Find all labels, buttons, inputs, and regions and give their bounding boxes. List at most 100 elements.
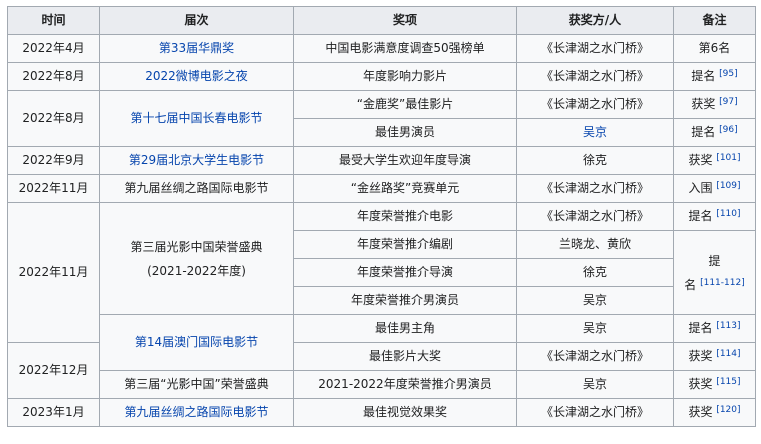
cell-session: 第三届“光影中国”荣誉盛典 [99,370,294,399]
note-text: 获奖 [688,349,713,363]
cell-award: 最佳视觉效果奖 [293,398,517,427]
cell-winner: 《长津湖之水门桥》 [516,174,674,203]
note-text: 入围 [688,181,713,195]
table-row: 2022年9月 第29届北京大学生电影节 最受大学生欢迎年度导演 徐克 获奖 [… [7,146,756,175]
table-row: 2022年11月 第九届丝绸之路国际电影节 “金丝路奖”竞赛单元 《长津湖之水门… [7,174,756,203]
cell-award: 最佳男演员 [293,118,517,147]
cell-session-link[interactable]: 第33届华鼎奖 [99,34,294,63]
table-row: 2022年8月 2022微博电影之夜 年度影响力影片 《长津湖之水门桥》 提名 … [7,62,756,91]
header-note: 备注 [673,6,756,35]
header-award: 奖项 [293,6,517,35]
cell-winner: 《长津湖之水门桥》 [516,342,674,371]
note-text: 获奖 [688,377,713,391]
table-row: 第三届“光影中国”荣誉盛典 2021-2022年度荣誉推介男演员 吴京 获奖 [… [8,370,756,399]
reference-link[interactable]: [120] [716,405,740,415]
cell-session: 第三届光影中国荣誉盛典 (2021-2022年度) [99,202,294,315]
reference-link[interactable]: [95] [719,69,737,79]
cell-award: 最受大学生欢迎年度导演 [293,146,517,175]
table-row: 第14届澳门国际电影节 最佳男主角 吴京 提名 [113] [8,314,756,371]
cell-award: 2021-2022年度荣誉推介男演员 [293,370,517,399]
cell-note: 第6名 [673,34,756,63]
note-text-line-2: 名 [684,277,697,292]
cell-note: 提 名 [111-112] [673,230,756,315]
table-row: 2023年1月 第九届丝绸之路国际电影节 最佳视觉效果奖 《长津湖之水门桥》 获… [7,398,756,427]
cell-time: 2022年11月 [7,202,100,343]
cell-time: 2022年8月 [7,90,100,147]
note-text: 获奖 [691,97,716,111]
reference-link[interactable]: [114] [716,349,740,359]
cell-award: 中国电影满意度调查50强榜单 [293,34,517,63]
header-winner: 获奖方/人 [516,6,674,35]
cell-session-link[interactable]: 第14届澳门国际电影节 [99,314,294,371]
note-text: 提名 [688,321,713,335]
cell-note: 获奖 [114] [673,342,756,371]
cell-winner: 吴京 [516,286,674,315]
awards-table: 时间 届次 奖项 获奖方/人 备注 2022年4月 第33届华鼎奖 中国电影满意… [7,6,756,427]
session-line-1: 第三届光影中国荣誉盛典 [130,239,263,254]
reference-link[interactable]: [101] [716,153,740,163]
note-text: 提名 [691,125,716,139]
cell-note: 入围 [109] [673,174,756,203]
reference-link[interactable]: [111-112] [700,278,745,288]
cell-time: 2022年9月 [7,146,100,175]
cell-note: 获奖 [115] [673,370,756,399]
cell-time: 2023年1月 [7,398,100,427]
cell-award: 年度荣誉推介男演员 [293,286,517,315]
cell-award: “金鹿奖”最佳影片 [293,90,517,119]
cell-award: “金丝路奖”竞赛单元 [293,174,517,203]
note-text: 提名 [691,69,716,83]
cell-note: 获奖 [101] [673,146,756,175]
cell-winner: 徐克 [516,258,674,287]
cell-award: 最佳影片大奖 [293,342,517,371]
cell-winner: 吴京 [516,314,674,343]
header-time: 时间 [7,6,100,35]
cell-time: 2022年11月 [7,174,100,203]
cell-award: 年度荣誉推介电影 [293,202,517,231]
cell-winner: 《长津湖之水门桥》 [516,34,674,63]
note-text: 获奖 [688,405,713,419]
cell-winner: 兰晓龙、黄欣 [516,230,674,259]
table-row: 2022年4月 第33届华鼎奖 中国电影满意度调查50强榜单 《长津湖之水门桥》… [7,34,756,63]
cell-note: 提名 [96] [673,118,756,147]
note-text: 第6名 [698,41,731,55]
cell-note: 提名 [113] [673,314,756,343]
cell-winner: 《长津湖之水门桥》 [516,62,674,91]
table-row: 2022年8月 第十七届中国长春电影节 “金鹿奖”最佳影片 《长津湖之水门桥》 … [7,90,756,147]
note-text: 提名 [688,209,713,223]
table-header-row: 时间 届次 奖项 获奖方/人 备注 [7,6,756,35]
reference-link[interactable]: [110] [716,209,740,219]
cell-award: 年度影响力影片 [293,62,517,91]
cell-time: 2022年4月 [7,34,100,63]
cell-session-link[interactable]: 第十七届中国长春电影节 [99,90,294,147]
cell-award: 年度荣誉推介导演 [293,258,517,287]
note-text: 获奖 [688,153,713,167]
table-row: 2022年11月 第三届光影中国荣誉盛典 (2021-2022年度) 年度荣誉推… [7,202,756,343]
cell-session-link[interactable]: 第九届丝绸之路国际电影节 [99,398,294,427]
cell-time: 2022年8月 [7,62,100,91]
cell-winner: 《长津湖之水门桥》 [516,398,674,427]
reference-link[interactable]: [109] [716,181,740,191]
cell-session-link[interactable]: 第29届北京大学生电影节 [99,146,294,175]
note-text-line-1: 提 [708,253,721,268]
cell-award: 年度荣誉推介编剧 [293,230,517,259]
cell-winner: 《长津湖之水门桥》 [516,90,674,119]
cell-winner: 徐克 [516,146,674,175]
reference-link[interactable]: [115] [716,377,740,387]
header-session: 届次 [99,6,294,35]
reference-link[interactable]: [97] [719,97,737,107]
cell-award: 最佳男主角 [293,314,517,343]
cell-note: 提名 [110] [673,202,756,231]
cell-winner: 《长津湖之水门桥》 [516,202,674,231]
reference-link[interactable]: [113] [716,321,740,331]
cell-time: 2022年12月 [7,342,100,399]
cell-winner-link[interactable]: 吴京 [516,118,674,147]
cell-note: 获奖 [97] [673,90,756,119]
cell-session-link[interactable]: 2022微博电影之夜 [99,62,294,91]
cell-note: 获奖 [120] [673,398,756,427]
cell-note: 提名 [95] [673,62,756,91]
awards-table-wrapper: 时间 届次 奖项 获奖方/人 备注 2022年4月 第33届华鼎奖 中国电影满意… [7,6,756,427]
reference-link[interactable]: [96] [719,125,737,135]
session-line-2: (2021-2022年度) [147,263,246,278]
cell-session: 第九届丝绸之路国际电影节 [99,174,294,203]
cell-winner: 吴京 [516,370,674,399]
